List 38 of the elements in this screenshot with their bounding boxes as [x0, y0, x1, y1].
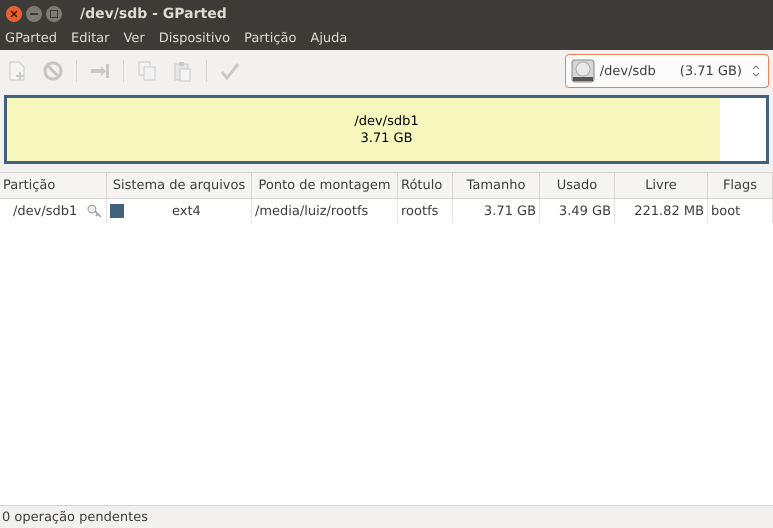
- table-cell: /media/luiz/rootfs: [255, 204, 368, 218]
- table-cell: boot: [711, 204, 740, 218]
- column-header[interactable]: Sistema de arquivos: [107, 173, 252, 198]
- device-size: (3.71 GB): [680, 64, 742, 78]
- minimize-button[interactable]: [26, 6, 42, 22]
- menu-item[interactable]: Dispositivo: [158, 31, 230, 46]
- menu-item[interactable]: Ver: [124, 31, 145, 46]
- column-header[interactable]: Partição: [0, 173, 107, 198]
- menu-item[interactable]: Ajuda: [310, 31, 348, 46]
- table-row[interactable]: /dev/sdb1 ext4 /media/luiz/rootfs rootfs 3.71 GB 3.49 GB 221.82 MB boot: [0, 199, 773, 223]
- partition-block[interactable]: /dev/sdb1 3.71 GB: [4, 95, 769, 164]
- table-cell: /dev/sdb1: [13, 204, 78, 218]
- partition-name: /dev/sdb1: [354, 112, 419, 130]
- table-cell: 221.82 MB: [634, 204, 704, 218]
- status-text: 0 operação pendentes: [2, 510, 148, 524]
- menu-item[interactable]: Partição: [244, 31, 296, 46]
- table-cell: rootfs: [401, 204, 438, 218]
- table-cell: 3.49 GB: [558, 204, 611, 218]
- close-icon: [10, 10, 18, 18]
- maximize-button[interactable]: [46, 6, 62, 22]
- maximize-icon: [50, 10, 58, 18]
- menu-item[interactable]: Editar: [71, 31, 110, 46]
- partition-size: 3.71 GB: [360, 130, 413, 146]
- column-header[interactable]: Ponto de montagem: [252, 173, 398, 198]
- spinner-arrows-icon: [752, 65, 760, 77]
- column-header[interactable]: Flags: [708, 173, 773, 198]
- column-header[interactable]: Usado: [540, 173, 615, 198]
- table-cell: 3.71 GB: [484, 204, 536, 218]
- column-header[interactable]: Livre: [615, 173, 708, 198]
- device-selector[interactable]: /dev/sdb (3.71 GB): [564, 54, 769, 88]
- minimize-icon: [30, 12, 38, 14]
- menu-item[interactable]: GParted: [5, 31, 57, 46]
- window-title: /dev/sdb - GParted: [80, 6, 227, 22]
- column-header[interactable]: Tamanho: [453, 173, 540, 198]
- device-name: /dev/sdb: [600, 64, 656, 78]
- table-cell: ext4: [172, 204, 201, 218]
- column-header[interactable]: Rótulo: [398, 173, 453, 198]
- close-button[interactable]: [6, 6, 22, 22]
